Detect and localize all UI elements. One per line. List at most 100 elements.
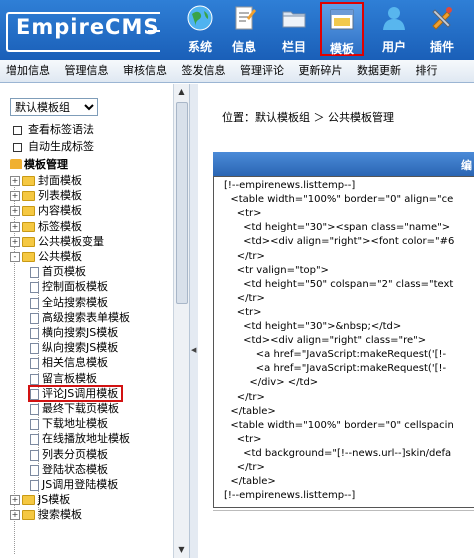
code-line: </tr> [224, 462, 265, 473]
template-code-editor[interactable]: [!--empirenews.listtemp--] <table width=… [213, 176, 474, 508]
code-line: </tr> [224, 391, 265, 403]
logo-text: EmpireCMS [16, 15, 160, 39]
tree-item-label: 横向搜索JS模板 [42, 326, 119, 339]
link-view-tag-syntax[interactable]: 查看标签语法 [13, 121, 183, 136]
tree-item[interactable]: 横向搜索JS模板 [30, 324, 119, 339]
page-icon [30, 373, 39, 385]
top-header: EmpireCMS 系统 信息 栏目 模板 用户 插件 [0, 0, 474, 60]
page-icon [30, 449, 39, 461]
nav-column[interactable]: 栏目 [272, 2, 316, 56]
code-line: <tr> [224, 208, 262, 220]
tools-icon [432, 7, 452, 30]
code-line: <tr> [224, 306, 262, 318]
tree-item-label: JS模板 [38, 493, 71, 506]
code-line: <table width="100%" border="0" align="ce [224, 194, 454, 206]
page-icon [30, 281, 39, 293]
sub-menu-bar: 增加信息 管理信息 审核信息 签发信息 管理评论 更新碎片 数据更新 排行 [0, 60, 474, 83]
code-line: <td height="50" colspan="2" class="text [224, 278, 454, 290]
expand-icon[interactable]: + [10, 191, 20, 201]
nav-user[interactable]: 用户 [372, 2, 416, 56]
code-line: <a href="JavaScript:makeRequest('[!- [224, 363, 447, 375]
edit-header-bar: 编 [213, 152, 474, 176]
tree-item[interactable]: 纵向搜索JS模板 [30, 339, 119, 354]
tree-item[interactable]: + JS模板 [10, 491, 71, 506]
tree-item[interactable]: 首页模板 [30, 263, 86, 278]
code-line: </table> [224, 405, 276, 417]
tree-item[interactable]: 全站搜索模板 [30, 294, 108, 309]
scroll-thumb[interactable] [176, 102, 188, 304]
tree-item-label: 公共模板变量 [38, 235, 104, 248]
tree-item[interactable]: + 公共模板变量 [10, 233, 104, 248]
tree-item[interactable]: 相关信息模板 [30, 354, 108, 369]
tree-item[interactable]: 控制面板模板 [30, 278, 108, 293]
expand-icon[interactable]: + [10, 237, 20, 247]
link-auto-generate-tag[interactable]: 自动生成标签 [13, 138, 183, 153]
tree-item-label: 评论JS调用模板 [42, 387, 119, 400]
tree-item[interactable]: + 内容模板 [10, 202, 82, 217]
tree-item[interactable]: + 列表模板 [10, 187, 82, 202]
collapse-arrow-icon[interactable]: ◀ [191, 346, 196, 354]
expand-icon[interactable]: + [10, 222, 20, 232]
nav-label: 系统 [187, 40, 212, 54]
nav-template[interactable]: 模板 [320, 2, 364, 56]
code-line: </div> </td> [224, 377, 319, 389]
submenu-manage-comments[interactable]: 管理评论 [240, 60, 289, 82]
code-line: [!--empirenews.listtemp--] [224, 490, 356, 502]
submenu-ranking[interactable]: 排行 [416, 60, 443, 82]
tree-item[interactable]: 高级搜索表单模板 [30, 309, 130, 324]
tree-item[interactable]: 登陆状态模板 [30, 461, 108, 476]
collapse-icon[interactable]: - [10, 252, 20, 262]
expand-icon[interactable]: + [10, 510, 20, 520]
tree-item-label: 纵向搜索JS模板 [42, 341, 119, 354]
template-group-select[interactable]: 默认模板组 [10, 98, 98, 116]
page-icon [30, 327, 39, 339]
tree-item-label: 相关信息模板 [42, 356, 108, 369]
tree-item-label: 公共模板 [38, 250, 82, 263]
scroll-up-icon[interactable]: ▲ [176, 86, 187, 97]
scroll-down-icon[interactable]: ▼ [176, 544, 187, 555]
code-line: <tr> [224, 433, 262, 445]
window-icon [330, 9, 354, 30]
submenu-update-fragments[interactable]: 更新碎片 [299, 60, 348, 82]
page-icon [30, 479, 39, 491]
nav-plugin[interactable]: 插件 [420, 2, 464, 56]
left-scrollbar[interactable]: ▲ ▼ [173, 84, 189, 558]
expand-icon[interactable]: + [10, 176, 20, 186]
tree-item[interactable]: 最终下载页模板 [30, 400, 119, 415]
page-icon [30, 403, 39, 415]
tree-item[interactable]: 留言板模板 [30, 370, 97, 385]
folder-icon [22, 510, 35, 520]
breadcrumb: 位置：默认模板组 ＞ 公共模板管理 [222, 111, 394, 124]
submenu-review-info[interactable]: 审核信息 [123, 60, 172, 82]
tree-item[interactable]: 列表分页模板 [30, 446, 108, 461]
tree-item[interactable]: - 公共模板 [10, 248, 82, 263]
nav-label: 栏目 [281, 40, 306, 54]
tree-item[interactable]: + 搜索模板 [10, 506, 82, 521]
tree-item-label: 高级搜索表单模板 [42, 311, 130, 324]
expand-icon[interactable]: + [10, 495, 20, 505]
code-line: <table width="100%" border="0" cellspaci… [224, 419, 454, 431]
code-line: [!--empirenews.listtemp--] [224, 180, 356, 191]
folder-icon [22, 206, 35, 216]
tree-item-label: 列表分页模板 [42, 448, 108, 461]
tree-item[interactable]: JS调用登陆模板 [30, 476, 118, 491]
expand-icon[interactable]: + [10, 206, 20, 216]
submenu-data-update[interactable]: 数据更新 [357, 60, 406, 82]
tree-item[interactable]: + 标签模板 [10, 218, 82, 233]
tree-item[interactable]: 下载地址模板 [30, 415, 108, 430]
code-line: <tr valign="top"> [224, 264, 329, 276]
edit-header-title: 编 [461, 159, 472, 172]
tree-item[interactable]: + 封面模板 [10, 172, 82, 187]
submenu-manage-info[interactable]: 管理信息 [65, 60, 114, 82]
submenu-add-info[interactable]: 增加信息 [6, 60, 55, 82]
nav-info[interactable]: 信息 [222, 2, 266, 56]
submenu-sign-info[interactable]: 签发信息 [182, 60, 231, 82]
code-line: <a href="JavaScript:makeRequest('[!- [224, 349, 447, 361]
nav-system[interactable]: 系统 [178, 2, 222, 56]
tree-item[interactable]: 在线播放地址模板 [30, 430, 130, 445]
divider [213, 510, 474, 511]
user-icon [383, 7, 405, 30]
bullet-icon [13, 142, 22, 152]
tree-title-label: 模板管理 [24, 158, 68, 171]
link-label: 查看标签语法 [28, 123, 94, 136]
